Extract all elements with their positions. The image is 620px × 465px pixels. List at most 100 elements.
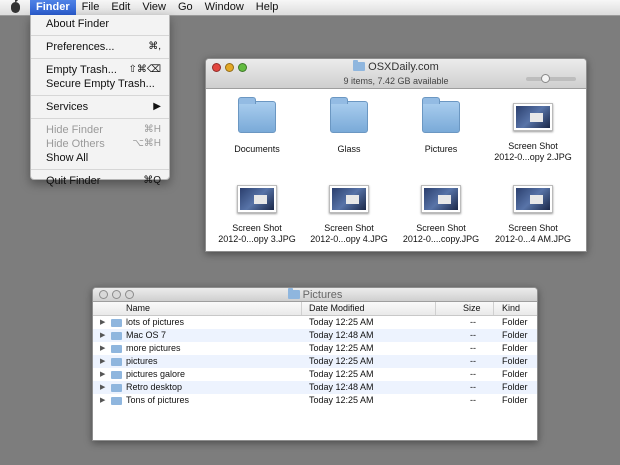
menu-item-label: Empty Trash... xyxy=(46,64,117,76)
menu-file[interactable]: File xyxy=(76,0,106,15)
list-item[interactable]: ▶ pictures galore Today 12:25 AM -- Folder xyxy=(93,368,537,381)
column-header-size[interactable]: Size xyxy=(463,303,481,313)
file-item[interactable]: Screen Shot 2012-0....copy.JPG xyxy=(395,185,487,245)
window-title: OSXDaily.com xyxy=(206,60,586,73)
cell-size: -- xyxy=(470,395,476,405)
menu-item-shortcut: ⌘, xyxy=(148,41,161,52)
menu-item-label: Hide Others xyxy=(46,138,105,150)
menu-item-preferences[interactable]: Preferences... ⌘, xyxy=(31,40,169,54)
menu-separator xyxy=(31,35,169,36)
menu-item-empty-trash[interactable]: Empty Trash... ⇧⌘⌫ xyxy=(31,63,169,77)
cell-kind: Folder xyxy=(502,317,528,327)
image-thumbnail-icon xyxy=(421,185,461,213)
slider-knob[interactable] xyxy=(541,74,550,83)
menu-item-secure-empty-trash[interactable]: Secure Empty Trash... xyxy=(31,77,169,91)
cell-kind: Folder xyxy=(502,330,528,340)
item-label: Screen Shot 2012-0...opy 3.JPG xyxy=(218,223,296,244)
item-label: Screen Shot 2012-0...opy 2.JPG xyxy=(494,141,572,162)
menu-item-shortcut: ⇧⌘⌫ xyxy=(128,64,161,75)
file-item[interactable]: Screen Shot 2012-0...opy 2.JPG xyxy=(487,103,579,163)
folder-icon xyxy=(111,371,122,379)
disclosure-triangle-icon[interactable]: ▶ xyxy=(100,329,105,342)
item-label: Documents xyxy=(234,144,280,154)
disclosure-triangle-icon[interactable]: ▶ xyxy=(100,355,105,368)
window-titlebar[interactable]: Pictures xyxy=(93,288,537,302)
list-item[interactable]: ▶ pictures Today 12:25 AM -- Folder xyxy=(93,355,537,368)
file-item[interactable]: Screen Shot 2012-0...opy 4.JPG xyxy=(303,185,395,245)
window-titlebar[interactable]: OSXDaily.com 9 items, 7.42 GB available xyxy=(206,59,586,89)
menu-go[interactable]: Go xyxy=(172,0,199,15)
menu-separator xyxy=(31,58,169,59)
cell-kind: Folder xyxy=(502,343,528,353)
folder-item[interactable]: Pictures xyxy=(395,97,487,155)
apple-icon xyxy=(10,0,20,13)
cell-kind: Folder xyxy=(502,395,528,405)
file-item[interactable]: Screen Shot 2012-0...4 AM.JPG xyxy=(487,185,579,245)
cell-size: -- xyxy=(470,317,476,327)
menu-item-about-finder[interactable]: About Finder xyxy=(31,17,169,31)
file-item[interactable]: Screen Shot 2012-0...opy 3.JPG xyxy=(211,185,303,245)
menu-view[interactable]: View xyxy=(136,0,172,15)
list-item[interactable]: ▶ more pictures Today 12:25 AM -- Folder xyxy=(93,342,537,355)
menu-separator xyxy=(31,169,169,170)
cell-size: -- xyxy=(470,330,476,340)
disclosure-triangle-icon[interactable]: ▶ xyxy=(100,394,105,407)
column-header-date[interactable]: Date Modified xyxy=(309,303,365,313)
cell-date: Today 12:48 AM xyxy=(309,382,374,392)
cell-name: Retro desktop xyxy=(126,382,183,392)
image-thumbnail-icon xyxy=(329,185,369,213)
cell-kind: Folder xyxy=(502,356,528,366)
image-thumbnail-icon xyxy=(237,185,277,213)
folder-icon xyxy=(111,345,122,353)
menu-finder[interactable]: Finder xyxy=(30,0,76,15)
folder-item[interactable]: Glass xyxy=(303,97,395,155)
folder-icon xyxy=(422,97,460,133)
folder-icon xyxy=(353,60,366,71)
disclosure-triangle-icon[interactable]: ▶ xyxy=(100,316,105,329)
menu-item-label: Secure Empty Trash... xyxy=(46,78,155,90)
cell-size: -- xyxy=(470,382,476,392)
menu-item-label: Quit Finder xyxy=(46,175,101,187)
cell-date: Today 12:25 AM xyxy=(309,356,374,366)
disclosure-triangle-icon[interactable]: ▶ xyxy=(100,381,105,394)
column-header-name[interactable]: Name xyxy=(126,303,150,313)
menu-separator xyxy=(31,95,169,96)
image-thumbnail-icon xyxy=(513,103,553,131)
folder-item[interactable]: Documents xyxy=(211,97,303,155)
column-header-kind[interactable]: Kind xyxy=(502,303,520,313)
disclosure-triangle-icon[interactable]: ▶ xyxy=(100,368,105,381)
menu-separator xyxy=(31,118,169,119)
icon-size-slider[interactable] xyxy=(526,77,576,81)
item-label: Glass xyxy=(337,144,361,154)
menu-window[interactable]: Window xyxy=(199,0,250,15)
menu-item-services[interactable]: Services ▶ xyxy=(31,100,169,114)
menu-item-shortcut: ⌥⌘H xyxy=(132,138,161,149)
cell-size: -- xyxy=(470,369,476,379)
cell-date: Today 12:25 AM xyxy=(309,343,374,353)
cell-size: -- xyxy=(470,356,476,366)
folder-icon xyxy=(111,384,122,392)
cell-size: -- xyxy=(470,343,476,353)
cell-name: Mac OS 7 xyxy=(126,330,167,340)
menu-item-shortcut: ⌘Q xyxy=(143,175,161,186)
list-item[interactable]: ▶ Retro desktop Today 12:48 AM -- Folder xyxy=(93,381,537,394)
list-item[interactable]: ▶ lots of pictures Today 12:25 AM -- Folder xyxy=(93,316,537,329)
window-title: Pictures xyxy=(93,288,537,301)
menu-help[interactable]: Help xyxy=(250,0,285,15)
list-item[interactable]: ▶ Tons of pictures Today 12:25 AM -- Folder xyxy=(93,394,537,407)
list-item[interactable]: ▶ Mac OS 7 Today 12:48 AM -- Folder xyxy=(93,329,537,342)
cell-name: Tons of pictures xyxy=(126,395,190,405)
menu-edit[interactable]: Edit xyxy=(105,0,136,15)
finder-window-pictures: Pictures Name Date Modified Size Kind ▶ l… xyxy=(92,287,538,441)
cell-date: Today 12:25 AM xyxy=(309,369,374,379)
folder-icon xyxy=(111,319,122,327)
cell-name: lots of pictures xyxy=(126,317,185,327)
disclosure-triangle-icon[interactable]: ▶ xyxy=(100,342,105,355)
menu-item-show-all[interactable]: Show All xyxy=(31,151,169,165)
menu-item-label: About Finder xyxy=(46,18,109,30)
folder-icon xyxy=(287,288,300,299)
folder-icon xyxy=(111,358,122,366)
menu-item-label: Services xyxy=(46,101,89,113)
menu-item-quit-finder[interactable]: Quit Finder ⌘Q xyxy=(31,174,169,188)
apple-menu[interactable] xyxy=(0,0,30,15)
